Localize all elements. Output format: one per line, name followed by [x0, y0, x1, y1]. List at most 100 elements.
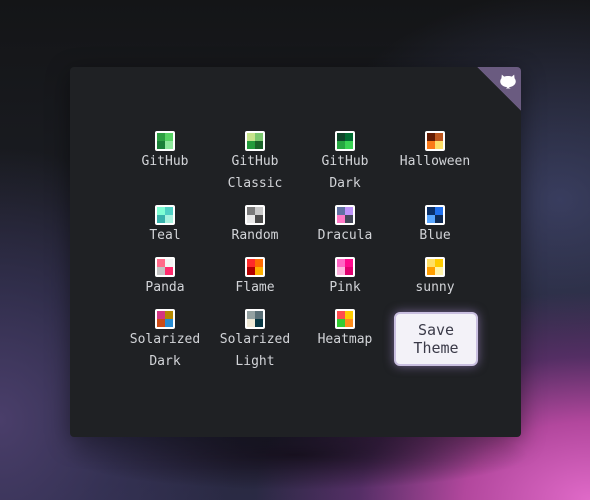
save-button-line-2: Theme [413, 339, 459, 357]
swatch-color-cell [435, 141, 443, 149]
theme-label: Pink [329, 280, 361, 295]
theme-option-random[interactable]: Random [210, 205, 300, 257]
swatch-color-cell [345, 141, 353, 149]
swatch-color-cell [337, 141, 345, 149]
swatch-color-cell [247, 259, 255, 267]
swatch-color-cell [247, 311, 255, 319]
swatch-color-cell [255, 319, 263, 327]
theme-option-flame[interactable]: Flame [210, 257, 300, 309]
theme-label: Heatmap [317, 332, 373, 347]
swatch-color-cell [157, 319, 165, 327]
swatch-color-cell [435, 133, 443, 141]
swatch-color-cell [427, 207, 435, 215]
theme-label: Halloween [399, 154, 471, 169]
swatch-color-cell [337, 267, 345, 275]
theme-option-pink[interactable]: Pink [300, 257, 390, 309]
theme-option-panda[interactable]: Panda [120, 257, 210, 309]
theme-swatch [335, 205, 355, 225]
swatch-color-cell [427, 259, 435, 267]
swatch-color-cell [247, 133, 255, 141]
swatch-color-cell [165, 311, 173, 319]
swatch-color-cell [247, 215, 255, 223]
theme-option-github-classic[interactable]: GitHub Classic [210, 131, 300, 205]
theme-label: Solarized Dark [129, 332, 201, 369]
save-button-line-1: Save [417, 321, 455, 339]
theme-swatch [245, 131, 265, 151]
swatch-color-cell [165, 319, 173, 327]
theme-option-github[interactable]: GitHub [120, 131, 210, 205]
swatch-color-cell [345, 133, 353, 141]
theme-swatch [425, 257, 445, 277]
theme-option-heatmap[interactable]: Heatmap [300, 309, 390, 379]
theme-label: Panda [145, 280, 185, 295]
swatch-color-cell [255, 311, 263, 319]
theme-swatch [245, 205, 265, 225]
swatch-color-cell [157, 133, 165, 141]
theme-option-teal[interactable]: Teal [120, 205, 210, 257]
theme-option-halloween[interactable]: Halloween [390, 131, 480, 205]
theme-label: Blue [419, 228, 451, 243]
swatch-color-cell [345, 207, 353, 215]
swatch-color-cell [247, 141, 255, 149]
swatch-color-cell [435, 267, 443, 275]
theme-swatch [155, 205, 175, 225]
theme-picker-panel: GitHub GitHub Classic GitHub Dark Hallow… [70, 67, 521, 437]
swatch-color-cell [157, 215, 165, 223]
theme-swatch [335, 257, 355, 277]
theme-swatch [155, 131, 175, 151]
swatch-color-cell [337, 207, 345, 215]
swatch-color-cell [337, 319, 345, 327]
swatch-color-cell [337, 259, 345, 267]
swatch-color-cell [157, 267, 165, 275]
swatch-color-cell [345, 267, 353, 275]
swatch-color-cell [165, 267, 173, 275]
theme-label: Flame [235, 280, 275, 295]
swatch-color-cell [157, 311, 165, 319]
swatch-color-cell [337, 133, 345, 141]
swatch-color-cell [157, 207, 165, 215]
theme-label: Dracula [317, 228, 373, 243]
theme-option-github-dark[interactable]: GitHub Dark [300, 131, 390, 205]
swatch-color-cell [247, 267, 255, 275]
theme-option-solarized-light[interactable]: Solarized Light [210, 309, 300, 379]
theme-swatch [425, 131, 445, 151]
theme-label: Random [231, 228, 279, 243]
swatch-color-cell [337, 215, 345, 223]
swatch-color-cell [165, 207, 173, 215]
swatch-color-cell [165, 141, 173, 149]
swatch-color-cell [247, 319, 255, 327]
swatch-color-cell [435, 207, 443, 215]
github-corner-link[interactable] [477, 67, 521, 111]
swatch-color-cell [247, 207, 255, 215]
swatch-color-cell [255, 267, 263, 275]
theme-option-blue[interactable]: Blue [390, 205, 480, 257]
theme-label: GitHub Dark [321, 154, 369, 191]
swatch-color-cell [255, 215, 263, 223]
theme-label: GitHub [141, 154, 189, 169]
swatch-color-cell [435, 215, 443, 223]
swatch-color-cell [255, 141, 263, 149]
swatch-color-cell [427, 267, 435, 275]
theme-option-dracula[interactable]: Dracula [300, 205, 390, 257]
theme-label: Teal [149, 228, 181, 243]
swatch-color-cell [255, 207, 263, 215]
theme-swatch [425, 205, 445, 225]
swatch-color-cell [337, 311, 345, 319]
theme-label: Solarized Light [219, 332, 291, 369]
theme-option-sunny[interactable]: sunny [390, 257, 480, 309]
swatch-color-cell [345, 319, 353, 327]
swatch-color-cell [345, 311, 353, 319]
swatch-color-cell [157, 141, 165, 149]
save-theme-button[interactable]: Save Theme [394, 312, 478, 366]
swatch-color-cell [165, 259, 173, 267]
swatch-color-cell [255, 259, 263, 267]
swatch-color-cell [255, 133, 263, 141]
swatch-color-cell [345, 215, 353, 223]
theme-swatch [335, 309, 355, 329]
theme-swatch [335, 131, 355, 151]
swatch-color-cell [165, 133, 173, 141]
swatch-color-cell [435, 259, 443, 267]
theme-option-solarized-dark[interactable]: Solarized Dark [120, 309, 210, 379]
swatch-color-cell [427, 215, 435, 223]
swatch-color-cell [165, 215, 173, 223]
